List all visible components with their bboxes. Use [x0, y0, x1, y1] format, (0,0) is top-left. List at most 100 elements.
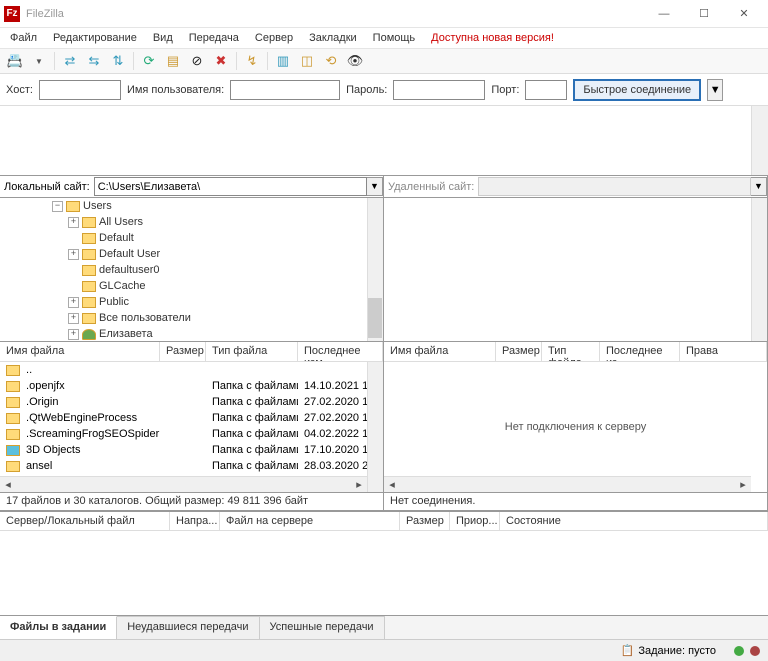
remote-file-list[interactable]: Нет подключения к серверу ◂▸ [384, 362, 767, 493]
tree-node[interactable]: defaultuser0 [0, 262, 383, 278]
reconnect-icon[interactable]: ↯ [241, 50, 263, 72]
list-item[interactable]: 3D ObjectsПапка с файлами17.10.2020 1:27… [0, 442, 383, 458]
rcol-modified[interactable]: Последнее из... [600, 342, 680, 361]
toggle-tree-icon[interactable]: ⇆ [83, 50, 105, 72]
tree-label: Default [99, 232, 134, 244]
toolbar: 📇 ▼ ⇄ ⇆ ⇅ ⟳ ▤ ⊘ ✖ ↯ ▥ ◫ ⟲ 👁 [0, 48, 768, 74]
list-item[interactable]: .. [0, 362, 383, 378]
qcol-size[interactable]: Размер [400, 512, 450, 530]
quickconnect-history-drop[interactable]: ▼ [707, 79, 723, 101]
expand-toggle[interactable]: + [68, 249, 79, 260]
local-file-list[interactable]: .. .openjfxПапка с файлами14.10.2021 14:… [0, 362, 383, 493]
tree-label: All Users [99, 216, 143, 228]
toggle-log-icon[interactable]: ⇄ [59, 50, 81, 72]
tree-node[interactable]: Default [0, 230, 383, 246]
local-list-vscroll[interactable] [367, 362, 383, 492]
minimize-button[interactable]: — [644, 1, 684, 27]
message-log[interactable] [0, 106, 768, 176]
local-tree-scrollbar[interactable] [367, 198, 383, 341]
quickconnect-button[interactable]: Быстрое соединение [573, 79, 701, 101]
local-list-header: Имя файла Размер Тип файла Последнее изм [0, 342, 383, 362]
local-tree[interactable]: −Users + All Users Default +Default Userdefa… [0, 198, 383, 342]
sitemanager-drop-icon[interactable]: ▼ [28, 50, 50, 72]
rcol-name[interactable]: Имя файла [384, 342, 496, 361]
col-name[interactable]: Имя файла [0, 342, 160, 361]
list-item[interactable]: anselПапка с файлами28.03.2020 2:22: [0, 458, 383, 474]
expand-toggle[interactable]: + [68, 297, 79, 308]
remote-list-hscroll[interactable]: ◂▸ [384, 476, 751, 492]
tree-node[interactable]: +Public [0, 294, 383, 310]
cancel-icon[interactable]: ⊘ [186, 50, 208, 72]
expand-toggle[interactable]: − [52, 201, 63, 212]
tree-node[interactable]: −Users [0, 198, 383, 214]
folder-icon [82, 265, 96, 276]
user-icon [82, 329, 96, 340]
refresh-icon[interactable]: ⟳ [138, 50, 160, 72]
tree-node[interactable]: +Default User [0, 246, 383, 262]
remote-empty-message: Нет подключения к серверу [384, 362, 767, 492]
toggle-queue-icon[interactable]: ⇅ [107, 50, 129, 72]
expand-toggle[interactable]: + [68, 329, 79, 340]
queue-status-text: Задание: пусто [638, 645, 716, 657]
folder-icon [6, 365, 20, 376]
tree-node[interactable]: +Елизавета [0, 326, 383, 342]
file-type: Папка с файлами [206, 380, 298, 392]
rcol-size[interactable]: Размер [496, 342, 542, 361]
user-input[interactable] [230, 80, 340, 100]
compare-icon[interactable]: ◫ [296, 50, 318, 72]
qcol-remote[interactable]: Файл на сервере [220, 512, 400, 530]
qcol-priority[interactable]: Приор... [450, 512, 500, 530]
tab-queued[interactable]: Файлы в задании [0, 616, 117, 639]
tab-success[interactable]: Успешные передачи [260, 616, 385, 639]
remote-pane: Удаленный сайт: ▼ Имя файла Размер Тип ф… [384, 176, 768, 511]
local-site-input[interactable] [94, 177, 367, 196]
maximize-button[interactable]: ☐ [684, 1, 724, 27]
menu-help[interactable]: Помощь [367, 30, 422, 46]
expand-toggle[interactable]: + [68, 313, 79, 324]
close-button[interactable]: ✕ [724, 1, 764, 27]
qcol-direction[interactable]: Напра... [170, 512, 220, 530]
remote-site-drop[interactable]: ▼ [751, 177, 767, 196]
list-item[interactable]: .QtWebEngineProcessПапка с файлами27.02.… [0, 410, 383, 426]
folder-icon [6, 413, 20, 424]
filter-icon[interactable]: ▥ [272, 50, 294, 72]
expand-toggle[interactable]: + [68, 217, 79, 228]
local-site-drop[interactable]: ▼ [367, 177, 383, 196]
remote-tree[interactable] [384, 198, 767, 342]
qcol-server[interactable]: Сервер/Локальный файл [0, 512, 170, 530]
tab-failed[interactable]: Неудавшиеся передачи [117, 616, 259, 639]
menu-file[interactable]: Файл [4, 30, 43, 46]
tree-node[interactable]: + All Users [0, 214, 383, 230]
list-item[interactable]: .openjfxПапка с файлами14.10.2021 14:05 [0, 378, 383, 394]
sync-browse-icon[interactable]: ⟲ [320, 50, 342, 72]
port-input[interactable] [525, 80, 567, 100]
search-icon[interactable]: 👁 [344, 50, 366, 72]
remote-tree-scrollbar[interactable] [751, 198, 767, 341]
process-queue-icon[interactable]: ▤ [162, 50, 184, 72]
tree-node[interactable]: +Все пользователи [0, 310, 383, 326]
sitemanager-icon[interactable]: 📇 [4, 50, 26, 72]
qcol-state[interactable]: Состояние [500, 512, 768, 530]
tree-node[interactable]: GLCache [0, 278, 383, 294]
menu-edit[interactable]: Редактирование [47, 30, 143, 46]
list-item[interactable]: .ScreamingFrogSEOSpiderПапка с файлами04… [0, 426, 383, 442]
file-type: Папка с файлами [206, 444, 298, 456]
menu-update-available[interactable]: Доступна новая версия! [425, 30, 560, 46]
local-list-hscroll[interactable]: ◂▸ [0, 476, 367, 492]
col-modified[interactable]: Последнее изм [298, 342, 383, 361]
menu-server[interactable]: Сервер [249, 30, 299, 46]
rcol-type[interactable]: Тип файла [542, 342, 600, 361]
col-type[interactable]: Тип файла [206, 342, 298, 361]
disconnect-icon[interactable]: ✖ [210, 50, 232, 72]
menu-bookmarks[interactable]: Закладки [303, 30, 363, 46]
folder-icon [66, 201, 80, 212]
pass-input[interactable] [393, 80, 485, 100]
file-name: .QtWebEngineProcess [23, 412, 137, 424]
menu-transfer[interactable]: Передача [183, 30, 245, 46]
list-item[interactable]: .OriginПапка с файлами27.02.2020 18:58 [0, 394, 383, 410]
col-size[interactable]: Размер [160, 342, 206, 361]
host-input[interactable] [39, 80, 121, 100]
rcol-perm[interactable]: Права [680, 342, 767, 361]
queue-body[interactable] [0, 531, 768, 615]
menu-view[interactable]: Вид [147, 30, 179, 46]
